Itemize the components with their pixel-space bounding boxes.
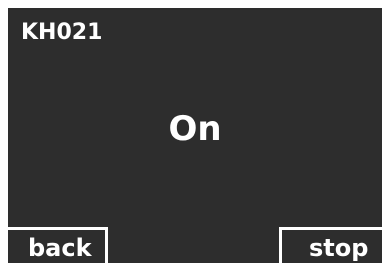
stop-button[interactable]: stop — [279, 227, 382, 263]
device-id-label: KH021 — [21, 20, 103, 45]
status-text: On — [168, 109, 222, 149]
device-display: KH021 On back stop — [5, 8, 382, 263]
back-button[interactable]: back — [5, 227, 108, 263]
